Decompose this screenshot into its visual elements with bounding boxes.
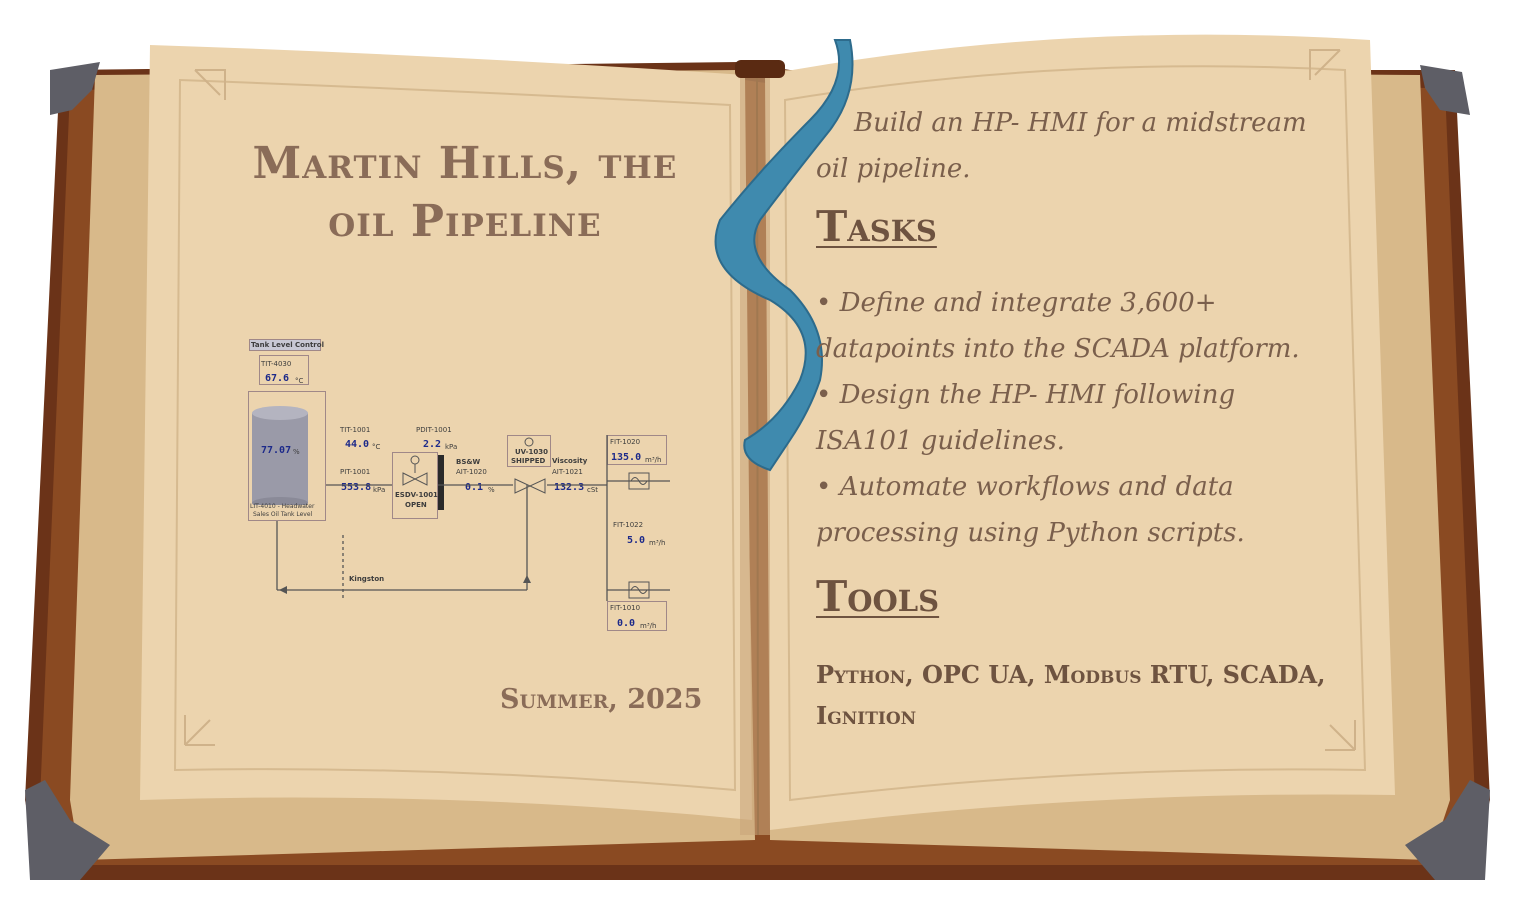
- tasks-list: • Define and integrate 3,600+ datapoints…: [816, 280, 1336, 556]
- book-date: Summer, 2025: [500, 684, 703, 715]
- task-item: • Design the HP- HMI following ISA101 gu…: [816, 380, 1236, 456]
- task-item: • Automate workflows and data processing…: [816, 472, 1245, 548]
- tasks-heading: Tasks: [816, 202, 937, 251]
- project-intro: Build an HP- HMI for a midstream oil pip…: [816, 108, 1307, 184]
- task-item: • Define and integrate 3,600+ datapoints…: [816, 288, 1300, 364]
- tools-heading: Tools: [816, 572, 940, 621]
- book-title: Martin Hills, the oil Pipeline: [252, 138, 678, 247]
- tools-list: Python, OPC UA, Modbus RTU, SCADA, Ignit…: [816, 660, 1326, 730]
- pipe-lines: [276, 435, 670, 601]
- hmi-diagram: Tank Level Control TIT-4030 67.6 °C 77.0…: [245, 335, 675, 635]
